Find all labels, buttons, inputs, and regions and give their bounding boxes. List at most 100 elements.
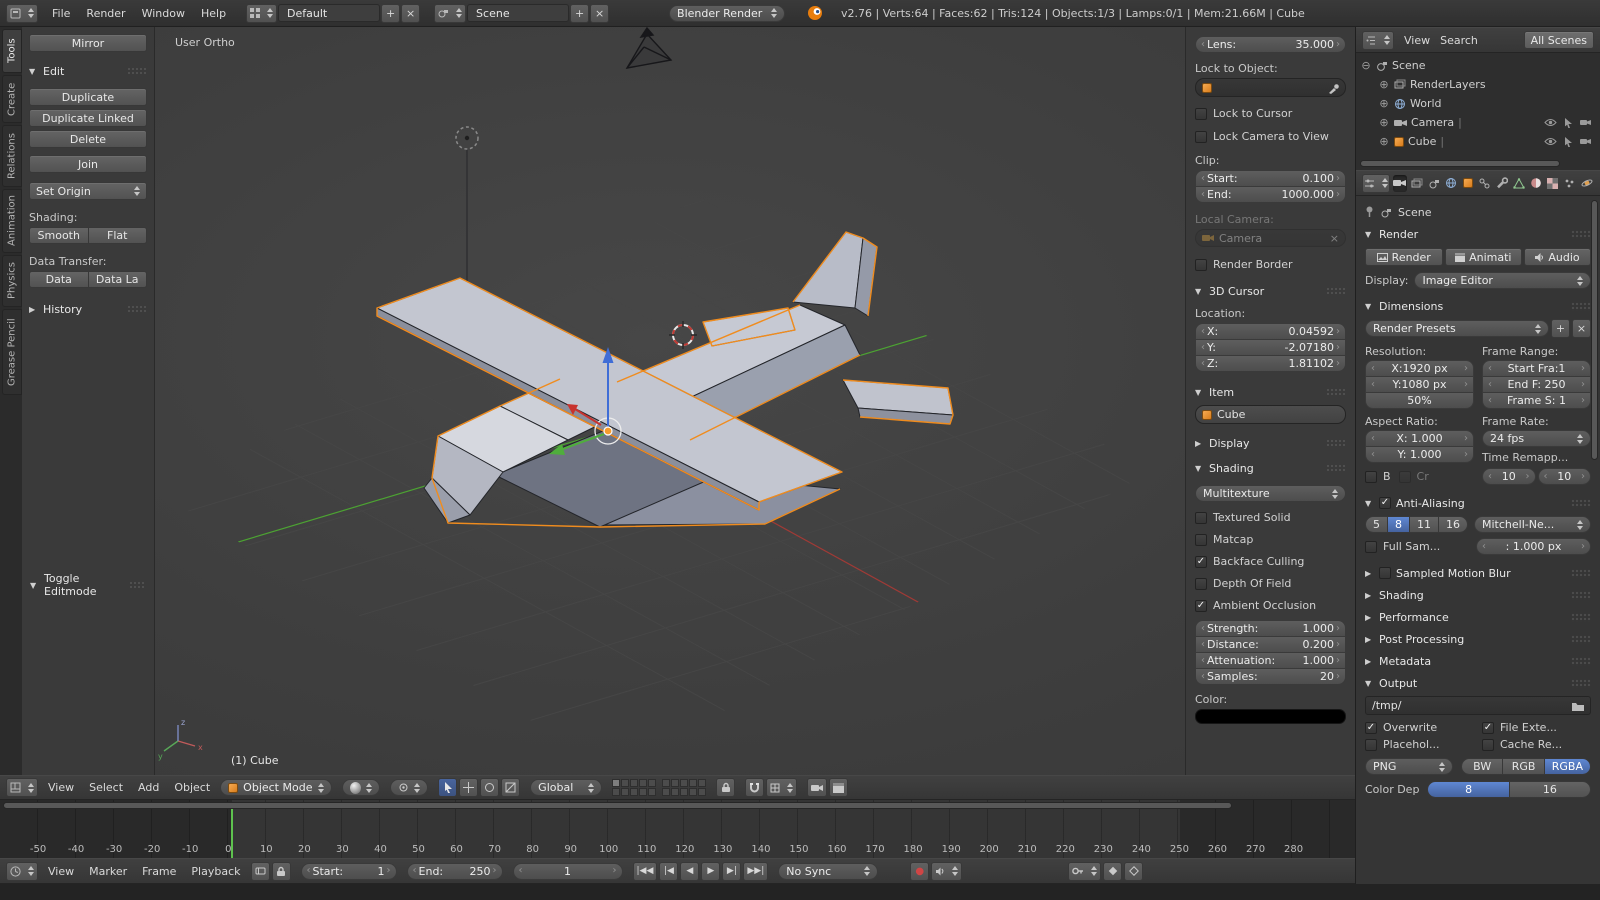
scale-manipulator-button[interactable] bbox=[501, 778, 520, 797]
menu-view[interactable]: View bbox=[48, 781, 74, 794]
panel-grip-handle[interactable] bbox=[1571, 569, 1591, 578]
file-extensions-row[interactable]: ✓File Exte... bbox=[1482, 721, 1591, 734]
join-button[interactable]: Join bbox=[29, 155, 147, 173]
add-preset-button[interactable]: + bbox=[1551, 319, 1570, 338]
tab-texture[interactable] bbox=[1546, 175, 1560, 192]
overwrite-row[interactable]: ✓Overwrite bbox=[1365, 721, 1474, 734]
outliner-row-renderlayers[interactable]: ⊕ RenderLayers bbox=[1360, 75, 1596, 94]
layers-group-2[interactable] bbox=[662, 779, 706, 796]
frame-step-field[interactable]: ‹Frame S: 1› bbox=[1482, 392, 1591, 409]
empty-object[interactable] bbox=[456, 127, 478, 149]
pin-icon[interactable] bbox=[1365, 206, 1374, 218]
performance-panel-header[interactable]: ▶ Performance bbox=[1365, 607, 1591, 627]
edit-panel-header[interactable]: ▼ Edit bbox=[29, 65, 147, 78]
use-preview-range-button[interactable] bbox=[251, 862, 270, 881]
object-origin-dot[interactable] bbox=[604, 427, 612, 435]
ao-samples-field[interactable]: ‹ Samples: 20 › bbox=[1195, 668, 1346, 685]
local-camera-field[interactable]: Camera × bbox=[1195, 229, 1346, 247]
scene-name-field[interactable]: Scene bbox=[467, 4, 569, 22]
frame-end-field-timeline[interactable]: ‹ End: 250 › bbox=[407, 863, 503, 880]
transform-orientation-dropdown[interactable]: Global bbox=[530, 779, 602, 796]
motion-blur-panel-header[interactable]: ▶ Sampled Motion Blur bbox=[1365, 563, 1591, 583]
delete-layout-button[interactable]: × bbox=[401, 4, 420, 23]
menu-help[interactable]: Help bbox=[201, 7, 226, 20]
render-engine-dropdown[interactable]: Blender Render bbox=[669, 5, 785, 22]
mode-dropdown[interactable]: Object Mode bbox=[220, 779, 332, 796]
frame-start-field-timeline[interactable]: ‹ Start: 1 › bbox=[301, 863, 397, 880]
editor-type-selector-info[interactable] bbox=[6, 4, 38, 23]
3d-cursor[interactable] bbox=[669, 321, 697, 349]
outliner-horizontal-scrollbar[interactable] bbox=[1360, 160, 1560, 167]
ao-strength-field[interactable]: ‹ Strength: 1.000 › bbox=[1195, 620, 1346, 637]
delete-keyframe-button[interactable] bbox=[1124, 862, 1143, 881]
expand-icon[interactable]: ⊕ bbox=[1378, 78, 1390, 91]
lock-camera-to-view-checkbox[interactable] bbox=[1195, 131, 1207, 143]
menu-outliner-view[interactable]: View bbox=[1404, 34, 1430, 47]
layers-group-1[interactable] bbox=[612, 779, 656, 796]
add-layout-button[interactable]: + bbox=[381, 4, 400, 23]
jump-prev-keyframe-button[interactable]: |◀ bbox=[659, 862, 678, 881]
timeline-horizontal-scrollbar[interactable] bbox=[3, 802, 1232, 809]
display-panel-header[interactable]: ▶ Display bbox=[1195, 437, 1346, 450]
tab-physics[interactable] bbox=[1580, 175, 1594, 192]
selectable-arrow-icon[interactable] bbox=[1564, 118, 1573, 128]
menu-select[interactable]: Select bbox=[89, 781, 123, 794]
outliner-scope-dropdown[interactable]: All Scenes bbox=[1524, 31, 1594, 49]
menu-window[interactable]: Window bbox=[142, 7, 185, 20]
remove-preset-button[interactable]: × bbox=[1572, 319, 1591, 338]
toggle-editmode-header[interactable]: ▼ Toggle Editmode bbox=[30, 572, 146, 598]
set-origin-dropdown[interactable]: Set Origin bbox=[29, 182, 147, 200]
screen-layout-name-field[interactable]: Default bbox=[278, 4, 380, 22]
properties-scrollbar[interactable] bbox=[1591, 200, 1598, 460]
panel-grip-handle[interactable] bbox=[1571, 302, 1591, 311]
panel-grip-handle[interactable] bbox=[1571, 657, 1591, 666]
color-mode-bw-button[interactable]: BW bbox=[1461, 758, 1503, 775]
timeline-tracks[interactable]: -50-40-30-20-100102030405060708090100110… bbox=[0, 800, 1355, 858]
outliner-row-scene[interactable]: ⊖ Scene bbox=[1360, 56, 1596, 75]
ambient-occlusion-checkbox[interactable]: ✓ bbox=[1195, 600, 1207, 612]
aa-samples-5-button[interactable]: 5 bbox=[1365, 516, 1388, 533]
lock-time-cursor-button[interactable] bbox=[272, 862, 291, 881]
ao-color-swatch[interactable] bbox=[1195, 709, 1346, 724]
anti-aliasing-checkbox[interactable]: ✓ bbox=[1379, 497, 1391, 509]
render-display-dropdown[interactable]: Image Editor bbox=[1414, 272, 1591, 289]
outliner-row-camera[interactable]: ⊕ Camera | bbox=[1360, 113, 1596, 132]
eye-icon[interactable] bbox=[1544, 137, 1557, 146]
cursor-z-field[interactable]: ‹ Z: 1.81102 › bbox=[1195, 355, 1346, 372]
color-mode-rgba-button[interactable]: RGBA bbox=[1545, 758, 1591, 775]
backface-culling-row[interactable]: ✓ Backface Culling bbox=[1195, 555, 1346, 568]
crop-row[interactable]: Cr bbox=[1399, 470, 1429, 483]
jump-to-end-button[interactable]: ▶▶| bbox=[743, 862, 768, 881]
menu-add[interactable]: Add bbox=[138, 781, 159, 794]
remap-old-field[interactable]: ‹10› bbox=[1482, 468, 1536, 485]
object-name-field[interactable]: Cube bbox=[1195, 405, 1346, 424]
placeholders-checkbox[interactable] bbox=[1365, 739, 1377, 751]
tab-world[interactable] bbox=[1444, 175, 1458, 192]
lock-camera-to-view-row[interactable]: Lock Camera to View bbox=[1195, 130, 1346, 143]
menu-timeline-marker[interactable]: Marker bbox=[89, 865, 127, 878]
panel-grip-handle[interactable] bbox=[1571, 499, 1591, 508]
resolution-x-field[interactable]: ‹X:1920 px› bbox=[1365, 360, 1474, 377]
depth-of-field-checkbox[interactable] bbox=[1195, 578, 1207, 590]
color-mode-rgb-button[interactable]: RGB bbox=[1503, 758, 1544, 775]
duplicate-linked-button[interactable]: Duplicate Linked bbox=[29, 109, 147, 127]
menu-outliner-search[interactable]: Search bbox=[1440, 34, 1478, 47]
tab-constraints[interactable] bbox=[1478, 175, 1492, 192]
timeline-ruler[interactable]: -50-40-30-20-100102030405060708090100110… bbox=[19, 844, 1313, 855]
item-panel-header[interactable]: ▼ Item bbox=[1195, 386, 1346, 399]
full-sample-checkbox[interactable] bbox=[1365, 541, 1377, 553]
aspect-x-field[interactable]: ‹X: 1.000› bbox=[1365, 430, 1474, 447]
render-audio-button[interactable]: Audio bbox=[1524, 248, 1591, 266]
matcap-row[interactable]: Matcap bbox=[1195, 533, 1346, 546]
aspect-y-field[interactable]: ‹Y: 1.000› bbox=[1365, 446, 1474, 463]
airplane-mesh[interactable] bbox=[377, 232, 953, 527]
folder-icon[interactable] bbox=[1572, 701, 1584, 711]
panel-grip-handle[interactable] bbox=[1326, 388, 1346, 397]
snap-toggle-button[interactable] bbox=[745, 778, 764, 797]
border-checkbox[interactable] bbox=[1365, 471, 1377, 483]
resolution-y-field[interactable]: ‹Y:1080 px› bbox=[1365, 376, 1474, 393]
tail-fin-front[interactable] bbox=[793, 232, 863, 308]
border-row[interactable]: B bbox=[1365, 470, 1391, 483]
frame-start-field[interactable]: ‹Start Fra:1› bbox=[1482, 360, 1591, 377]
add-scene-button[interactable]: + bbox=[570, 4, 589, 23]
